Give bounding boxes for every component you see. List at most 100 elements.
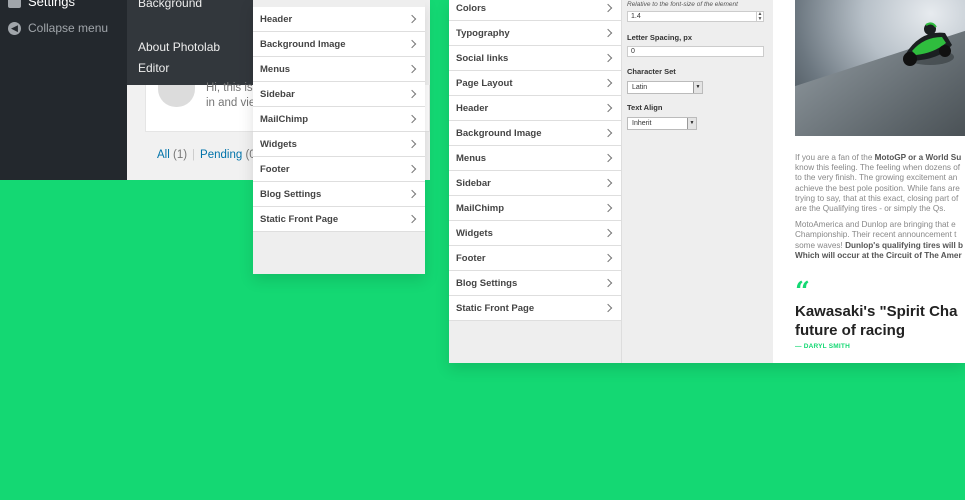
section-label: MailChimp [456,202,505,214]
section-header[interactable]: Header [253,7,425,32]
chevron-right-icon [409,113,418,125]
section-label: Menus [456,152,487,164]
chevron-right-icon [605,227,614,239]
comment-status-filter: All (1)|Pending (0) [157,149,260,161]
section-label: Sidebar [456,177,491,189]
section-menus[interactable]: Menus [253,57,425,82]
section-label: Background Image [260,38,346,50]
section-label: MailChimp [260,113,309,125]
section-blog-settings[interactable]: Blog Settings [253,182,425,207]
section-static-front-page[interactable]: Static Front Page [253,207,425,232]
chevron-right-icon [409,13,418,25]
section-page-layout[interactable]: Page Layout [449,71,621,96]
chevron-right-icon [605,252,614,264]
chevron-right-icon [409,88,418,100]
section-label: Header [260,13,293,25]
chevron-right-icon [605,2,614,14]
section-label: Typography [456,27,510,39]
section-menus[interactable]: Menus [449,146,621,171]
section-static-front-page[interactable]: Static Front Page [449,296,621,321]
section-label: Header [456,102,489,114]
article-text: If you are a fan of the MotoGP or a Worl… [795,153,964,260]
motorcycle-icon [903,22,954,66]
section-label: Colors [456,2,487,14]
customizer-panel-front: Colors Typography Social links Page Layout H… [449,0,965,363]
pull-quote: Kawasaki's "Spirit Cha future of racing [795,303,958,339]
section-label: Static Front Page [456,302,535,314]
sidebar-item-label: Settings [28,0,75,9]
collapse-menu-button[interactable]: ◀ Collapse menu [8,21,108,35]
spinner-icon[interactable]: ▲ ▼ [756,12,763,21]
chevron-right-icon [409,213,418,225]
filter-pending-link[interactable]: Pending (0) [200,149,259,161]
settings-icon [8,0,21,8]
motorcycle-photo [795,0,965,136]
chevron-right-icon [605,177,614,189]
section-label: Widgets [260,138,297,150]
collapse-arrow-icon: ◀ [8,21,21,35]
flyout-item-background[interactable]: Background [138,0,202,10]
site-preview: If you are a fan of the MotoGP or a Worl… [773,0,965,363]
chevron-right-icon [605,27,614,39]
chevron-right-icon [605,127,614,139]
chevron-right-icon [409,38,418,50]
typography-options: Relative to the font-size of the element… [621,0,773,363]
section-sidebar[interactable]: Sidebar [449,171,621,196]
line-height-input[interactable]: 1.4 ▲ ▼ [627,11,764,22]
section-blog-settings[interactable]: Blog Settings [449,271,621,296]
chevron-right-icon [605,202,614,214]
section-colors[interactable]: Colors [449,0,621,21]
section-background-image[interactable]: Background Image [253,32,425,57]
letter-spacing-label: Letter Spacing, px [627,33,693,42]
chevron-right-icon [409,163,418,175]
section-footer[interactable]: Footer [253,157,425,182]
customizer-panel-back: Header Background Image Menus Sidebar MailCh… [253,0,425,274]
wp-admin-sidebar: Settings ◀ Collapse menu [0,0,127,180]
section-label: Blog Settings [260,188,322,200]
section-header[interactable]: Header [449,96,621,121]
section-label: Page Layout [456,77,513,89]
sidebar-item-settings[interactable]: Settings [8,0,75,9]
section-label: Sidebar [260,88,295,100]
chevron-down-icon: ▼ [693,82,702,93]
section-label: Blog Settings [456,277,518,289]
section-label: Background Image [456,127,542,139]
section-mailchimp[interactable]: MailChimp [449,196,621,221]
section-label: Social links [456,52,509,64]
text-align-label: Text Align [627,103,663,112]
section-widgets[interactable]: Widgets [449,221,621,246]
avatar [158,85,195,107]
filter-all-link[interactable]: All (1) [157,149,187,161]
chevron-right-icon [605,77,614,89]
section-background-image[interactable]: Background Image [449,121,621,146]
character-set-label: Character Set [627,67,676,76]
character-set-select[interactable]: Latin ▼ [627,81,703,94]
section-widgets[interactable]: Widgets [253,132,425,157]
section-label: Menus [260,63,291,75]
text-align-select[interactable]: Inherit ▼ [627,117,697,130]
chevron-right-icon [409,138,418,150]
line-height-note: Relative to the font-size of the element [627,1,738,8]
flyout-item-editor[interactable]: Editor [138,61,169,75]
chevron-right-icon [605,102,614,114]
letter-spacing-input[interactable]: 0 [627,46,764,57]
section-social-links[interactable]: Social links [449,46,621,71]
section-label: Footer [456,252,486,264]
chevron-right-icon [409,188,418,200]
section-mailchimp[interactable]: MailChimp [253,107,425,132]
section-label: Footer [260,163,290,175]
customizer-section-list: Header Background Image Menus Sidebar MailCh… [253,7,425,232]
customizer-section-list: Colors Typography Social links Page Layout H… [449,0,621,321]
chevron-right-icon [605,277,614,289]
collapse-menu-label: Collapse menu [28,21,109,35]
section-footer[interactable]: Footer [449,246,621,271]
quote-author: — DARYL SMITH [795,343,850,350]
chevron-right-icon [605,152,614,164]
quote-mark-icon: “ [795,277,810,307]
flyout-item-about-photolab[interactable]: About Photolab [138,40,220,54]
section-sidebar[interactable]: Sidebar [253,82,425,107]
appearance-flyout-menu: Background About Photolab Editor [127,0,257,85]
section-label: Widgets [456,227,493,239]
section-typography[interactable]: Typography [449,21,621,46]
section-label: Static Front Page [260,213,339,225]
